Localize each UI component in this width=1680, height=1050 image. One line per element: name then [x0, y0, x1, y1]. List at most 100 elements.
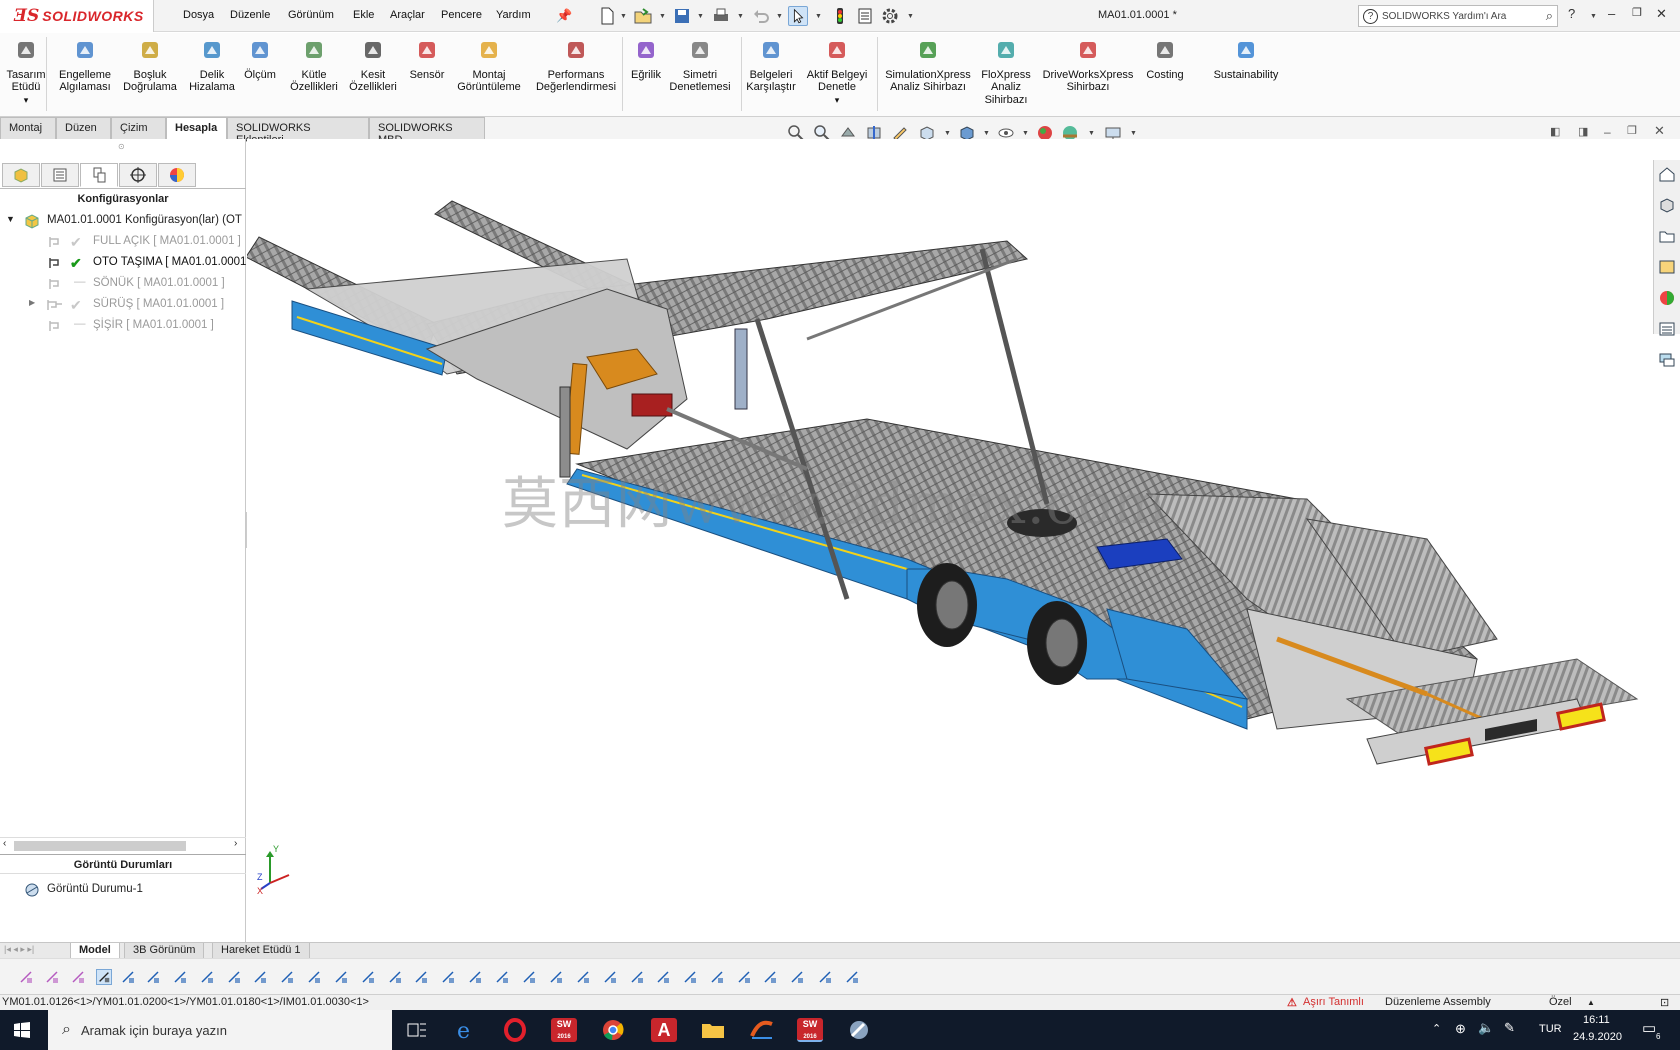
tray-chevron-icon[interactable]: ⌃ — [1432, 1022, 1441, 1035]
clear-filters-icon[interactable] — [44, 969, 60, 985]
solidworks-logo[interactable]: ƎS SOLIDWORKS — [0, 0, 154, 32]
tab-montaj[interactable]: Montaj — [0, 117, 56, 139]
opera-browser-icon[interactable] — [502, 1018, 528, 1042]
file-properties-icon[interactable] — [855, 6, 875, 26]
configuration-manager-tab[interactable] — [80, 163, 118, 187]
ribbon-button-compare[interactable]: Belgeleri Karşılaştır — [741, 39, 801, 94]
volume-icon[interactable]: 🔈 — [1478, 1020, 1494, 1036]
save-icon[interactable] — [672, 6, 692, 26]
ribbon-button-clearance[interactable]: Boşluk Doğrulama — [119, 39, 181, 94]
clock-time[interactable]: 16:11 — [1583, 1014, 1610, 1026]
ribbon-button-sustainability[interactable]: Sustainability — [1205, 39, 1287, 81]
note-icon[interactable] — [521, 969, 537, 985]
surface-body-icon[interactable] — [226, 969, 242, 985]
input-language[interactable]: TUR — [1539, 1023, 1562, 1035]
sketch-segment-icon[interactable] — [440, 969, 456, 985]
config-root-node[interactable]: ▼ MA01.01.0001 Konfigürasyon(lar) (OT — [0, 211, 246, 231]
connection-point-icon[interactable] — [817, 969, 833, 985]
tool-app-icon[interactable] — [846, 1018, 872, 1042]
minimize-icon[interactable]: – — [1608, 6, 1615, 21]
solidworks-active-icon[interactable]: SW 2016 — [797, 1018, 823, 1042]
collapse-arrow-icon[interactable]: ▼ — [6, 214, 15, 224]
menu-insert[interactable]: Ekle — [353, 9, 374, 21]
tab-solidworks-mbd[interactable]: SOLIDWORKS MBD — [369, 117, 485, 146]
ribbon-button-symmetry[interactable]: Simetri Denetlemesi — [669, 39, 731, 94]
viewport-restore-icon[interactable]: ❐ — [1627, 124, 1637, 137]
custom-properties-icon[interactable] — [1658, 320, 1676, 338]
scroll-right-icon[interactable]: › — [234, 838, 237, 849]
pin-icon[interactable]: 📌 — [556, 8, 572, 24]
taskbar-search[interactable]: ⌕ Aramak için buraya yazın — [48, 1010, 392, 1050]
file-explorer-icon[interactable] — [1658, 227, 1676, 245]
config-item-surus[interactable]: ▶ ✔ SÜRÜŞ [ MA01.01.0001 ] — [0, 295, 246, 315]
filter-toggle-icon[interactable] — [18, 969, 34, 985]
new-document-icon[interactable] — [597, 6, 617, 26]
clock-date[interactable]: 24.9.2020 — [1573, 1031, 1622, 1043]
ribbon-button-simulation[interactable]: SimulationXpress Analiz Sihirbazı — [880, 39, 976, 94]
ribbon-button-costing[interactable]: Costing — [1146, 39, 1184, 81]
geometric-tolerance-icon[interactable] — [629, 969, 645, 985]
scroll-left-icon[interactable]: ‹ — [3, 838, 6, 849]
datum-icon[interactable] — [548, 969, 564, 985]
graphics-area[interactable]: 莫西网www.3dmox.com Y Z X — [245, 139, 1653, 942]
windows-start-icon[interactable] — [14, 1022, 30, 1038]
print-icon[interactable] — [711, 6, 731, 26]
menu-tools[interactable]: Araçlar — [390, 9, 425, 21]
viewport-minimize-icon[interactable]: – — [1604, 125, 1611, 139]
select-dropdown-icon[interactable] — [120, 969, 136, 985]
ribbon-button-floxpress[interactable]: FloXpress Analiz Sihirbazı — [976, 39, 1036, 106]
panel-collapse-handle[interactable]: ⊙ — [118, 142, 125, 151]
tab-duzen[interactable]: Düzen — [56, 117, 111, 139]
viewport-split-icon[interactable]: ◧ — [1550, 125, 1560, 138]
ribbon-button-curvature[interactable]: Eğrilik — [626, 39, 666, 81]
task-view-icon[interactable] — [404, 1018, 430, 1042]
reference-axis-icon[interactable] — [199, 969, 215, 985]
section-icon[interactable] — [789, 969, 805, 985]
dropdown-arrow-icon[interactable]: ▾ — [801, 94, 873, 107]
ribbon-button-sensor[interactable]: Sensör — [405, 39, 449, 81]
select-tool-icon[interactable] — [96, 969, 112, 985]
ribbon-button-section-properties[interactable]: Kesit Özellikleri — [345, 39, 401, 94]
tab-hesapla[interactable]: Hesapla — [166, 117, 227, 139]
file-explorer-icon[interactable] — [700, 1018, 726, 1042]
scrollbar-thumb[interactable] — [14, 841, 186, 851]
ribbon-button-check-active[interactable]: Aktif Belgeyi Denetle ▾ — [801, 39, 873, 106]
forum-icon[interactable] — [1658, 351, 1676, 369]
pen-icon[interactable]: ✎ — [1504, 1020, 1515, 1036]
magnetic-mate-icon[interactable] — [145, 969, 161, 985]
ribbon-button-performance[interactable]: Performans Değerlendirmesi — [530, 39, 622, 94]
display-manager-tab[interactable] — [158, 163, 196, 187]
tab-cizim[interactable]: Çizim — [111, 117, 166, 139]
tree-horizontal-scrollbar[interactable]: ‹ › — [0, 837, 246, 853]
open-icon[interactable] — [633, 6, 653, 26]
sketch-point-icon[interactable] — [413, 969, 429, 985]
over-defined-status[interactable]: Aşırı Tanımlı — [1303, 996, 1364, 1008]
dimxpert-manager-tab[interactable] — [119, 163, 157, 187]
face-icon[interactable] — [360, 969, 376, 985]
edge-icon[interactable] — [306, 969, 322, 985]
reference-point-icon[interactable] — [172, 969, 188, 985]
config-item-full-acik[interactable]: ✔ FULL AÇIK [ MA01.01.0001 ] — [0, 232, 246, 252]
viewport-close-icon[interactable]: ✕ — [1654, 123, 1665, 139]
feature-manager-tab[interactable] — [2, 163, 40, 187]
solid-body-icon[interactable] — [252, 969, 268, 985]
select-icon[interactable] — [788, 6, 808, 26]
rebuild-icon[interactable] — [830, 6, 850, 26]
tab-scroll-arrows-icon[interactable]: |◂ ◂ ▸ ▸| — [4, 944, 34, 955]
stacked-balloon-icon[interactable] — [682, 969, 698, 985]
tab-motion-study[interactable]: Hareket Etüdü 1 — [212, 943, 310, 959]
balloon-icon[interactable] — [655, 969, 671, 985]
status-customize-icon[interactable]: ⊡ — [1660, 996, 1669, 1009]
ribbon-button-mass-properties[interactable]: Kütle Özellikleri — [283, 39, 345, 94]
view-palette-icon[interactable] — [1658, 258, 1676, 276]
search-icon[interactable]: ⌕ — [1546, 8, 1553, 24]
block-icon[interactable] — [762, 969, 778, 985]
car-transporter-model[interactable] — [245, 139, 1653, 942]
config-item-sonuk[interactable]: — SÖNÜK [ MA01.01.0001 ] — [0, 274, 246, 294]
ribbon-button-measure[interactable]: Ölçüm — [243, 39, 277, 81]
swoosh-app-icon[interactable] — [749, 1018, 775, 1042]
surface-finish-icon[interactable] — [602, 969, 618, 985]
ribbon-button-driveworks[interactable]: DriveWorksXpress Sihirbazı — [1039, 39, 1137, 94]
datum-target-icon[interactable] — [709, 969, 725, 985]
help-search-input[interactable]: SOLIDWORKS Yardım'ı Ara — [1382, 11, 1506, 22]
